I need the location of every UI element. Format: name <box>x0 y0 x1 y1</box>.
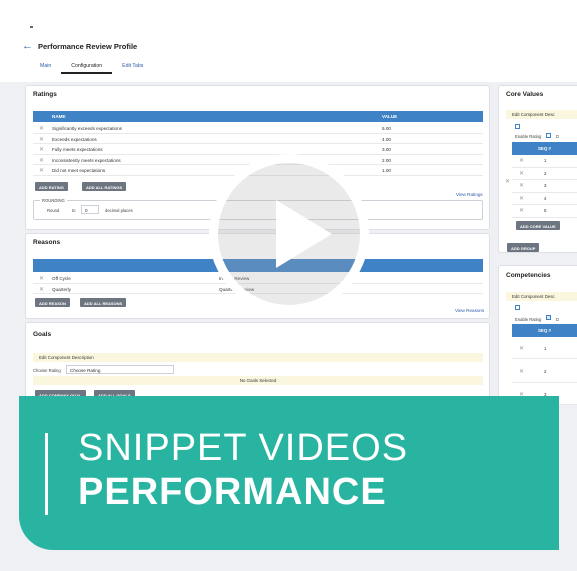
top-bar: ← Performance Review Profile Main Config… <box>0 0 577 82</box>
core-enable-rating-label: Enable Rating <box>515 134 542 139</box>
add-group-button[interactable]: ADD GROUP <box>507 243 540 252</box>
rating-name: Did not meet expectations <box>52 168 106 173</box>
table-row: ✕ Fully meets expectations 3.00 <box>33 144 483 155</box>
core-values-title: Core Values <box>506 91 544 98</box>
page-title: Performance Review Profile <box>38 42 138 51</box>
core-seq-row: ✕ 4 <box>512 193 577 205</box>
remove-icon[interactable]: ✕ <box>519 170 524 177</box>
dot-mark <box>30 26 33 28</box>
add-core-value-button[interactable]: ADD CORE VALUE <box>516 221 560 230</box>
play-icon <box>276 200 332 268</box>
no-goals-message: No Goals Selected <box>33 376 483 385</box>
core-seq-number: 2 <box>544 170 547 176</box>
rating-name: Significantly exceeds expectations <box>52 126 122 131</box>
core-seq-row: ✕ 3 <box>512 180 577 193</box>
core-group-remove-icon[interactable]: ✕ <box>505 178 510 185</box>
competencies-seq-header-label: SEQ # <box>538 328 551 333</box>
remove-icon[interactable]: ✕ <box>519 345 524 352</box>
core-edit-description[interactable]: Edit Component Desc <box>506 110 577 119</box>
reason-name: Off Cycle <box>52 276 71 281</box>
rating-value: 1.00 <box>382 168 391 173</box>
to-label: to <box>72 208 76 213</box>
competencies-edit-description[interactable]: Edit Component Desc <box>506 292 577 301</box>
competencies-seq-header: SEQ # <box>512 324 577 337</box>
remove-icon[interactable]: ✕ <box>519 182 524 189</box>
table-row: ✕ Significantly exceeds expectations 5.0… <box>33 123 483 134</box>
remove-icon[interactable]: ✕ <box>519 368 524 375</box>
tab-edit-tabs[interactable]: Edit Tabs <box>112 60 153 74</box>
reason-name: Quarterly <box>52 286 71 292</box>
tab-bar: Main Configuration Edit Tabs <box>30 60 153 74</box>
competencies-seq-row: ✕ 2 <box>512 359 577 383</box>
ratings-table-header: NAME VALUE <box>33 111 483 122</box>
round-label: Round <box>47 208 60 213</box>
core-seq-number: 1 <box>544 158 547 163</box>
remove-icon[interactable]: ✕ <box>519 207 524 214</box>
col-value-header: VALUE <box>382 114 398 119</box>
banner-line-1: SNIPPET VIDEOS <box>78 427 409 469</box>
play-button[interactable] <box>209 154 369 314</box>
remove-icon[interactable]: ✕ <box>39 157 44 164</box>
tab-main[interactable]: Main <box>30 60 61 74</box>
competencies-enable-rating-checkbox[interactable] <box>546 315 551 320</box>
competencies-seq-number: 2 <box>544 369 547 374</box>
rating-value: 5.00 <box>382 126 391 131</box>
goals-panel: Goals Edit Component Description Choose … <box>25 322 490 402</box>
goals-title: Goals <box>33 331 52 338</box>
add-all-reasons-button[interactable]: ADD ALL REASONS <box>80 298 127 307</box>
round-decimal-input[interactable]: 0 <box>81 205 99 214</box>
decimal-places-label: decimal places <box>105 208 133 213</box>
view-ratings-link[interactable]: View Ratings <box>456 192 483 197</box>
remove-icon[interactable]: ✕ <box>519 195 524 202</box>
rating-name: Inconsistently meets expectations <box>52 157 121 163</box>
competencies-checkbox[interactable] <box>515 305 520 310</box>
banner-divider <box>45 433 48 515</box>
remove-icon[interactable]: ✕ <box>39 125 44 132</box>
core-seq-number: 5 <box>544 208 547 213</box>
competencies-seq-number: 1 <box>544 346 547 351</box>
add-reason-button[interactable]: ADD REASON <box>35 298 70 307</box>
core-seq-number: 4 <box>544 195 547 201</box>
competencies-d-label: D <box>556 317 560 322</box>
back-arrow-icon[interactable]: ← <box>22 40 33 52</box>
rating-value: 3.00 <box>382 147 391 152</box>
rating-name: Exceeds expectations <box>52 136 97 142</box>
table-row: ✕ Exceeds expectations 4.00 <box>33 134 483 144</box>
col-name-header: NAME <box>52 114 66 119</box>
reasons-title: Reasons <box>33 239 61 246</box>
competencies-title: Competencies <box>506 272 551 279</box>
rating-value: 2.00 <box>382 157 391 163</box>
remove-icon[interactable]: ✕ <box>39 146 44 153</box>
core-seq-header-label: SEQ # <box>538 146 551 151</box>
competencies-enable-rating-label: Enable Rating <box>515 317 542 322</box>
core-seq-row: ✕ 5 <box>512 205 577 218</box>
remove-icon[interactable]: ✕ <box>39 286 44 293</box>
core-d-label: D <box>556 134 560 139</box>
choose-rating-label: Choose Rating <box>33 368 61 373</box>
competencies-seq-row: ✕ 1 <box>512 337 577 359</box>
remove-icon[interactable]: ✕ <box>39 275 44 282</box>
edit-component-description[interactable]: Edit Component Description <box>33 353 483 362</box>
tab-configuration[interactable]: Configuration <box>61 60 113 74</box>
competencies-panel: Competencies Edit Component Desc Enable … <box>498 265 577 405</box>
remove-icon[interactable]: ✕ <box>39 167 44 174</box>
core-seq-row: ✕ 1 <box>512 155 577 168</box>
view-reasons-link[interactable]: View Reasons <box>455 308 484 313</box>
core-seq-header: SEQ # <box>512 142 577 155</box>
rating-name: Fully meets expectations <box>52 147 103 152</box>
rounding-label: ROUNDING <box>40 198 67 203</box>
core-values-panel: Core Values Edit Component Desc Enable R… <box>498 85 577 253</box>
remove-icon[interactable]: ✕ <box>519 157 524 164</box>
core-seq-row: ✕ 2 <box>512 168 577 180</box>
rating-value: 4.00 <box>382 136 391 142</box>
ratings-title: Ratings <box>33 91 57 98</box>
core-enable-rating-checkbox[interactable] <box>546 133 551 138</box>
core-checkbox[interactable] <box>515 124 520 129</box>
add-rating-button[interactable]: ADD RATING <box>35 182 68 191</box>
remove-icon[interactable]: ✕ <box>39 136 44 143</box>
banner-line-2: PERFORMANCE <box>78 471 387 513</box>
core-seq-number: 3 <box>544 183 547 188</box>
add-all-ratings-button[interactable]: ADD ALL RATINGS <box>82 182 127 191</box>
choose-rating-select[interactable]: Choose Rating <box>66 365 174 374</box>
